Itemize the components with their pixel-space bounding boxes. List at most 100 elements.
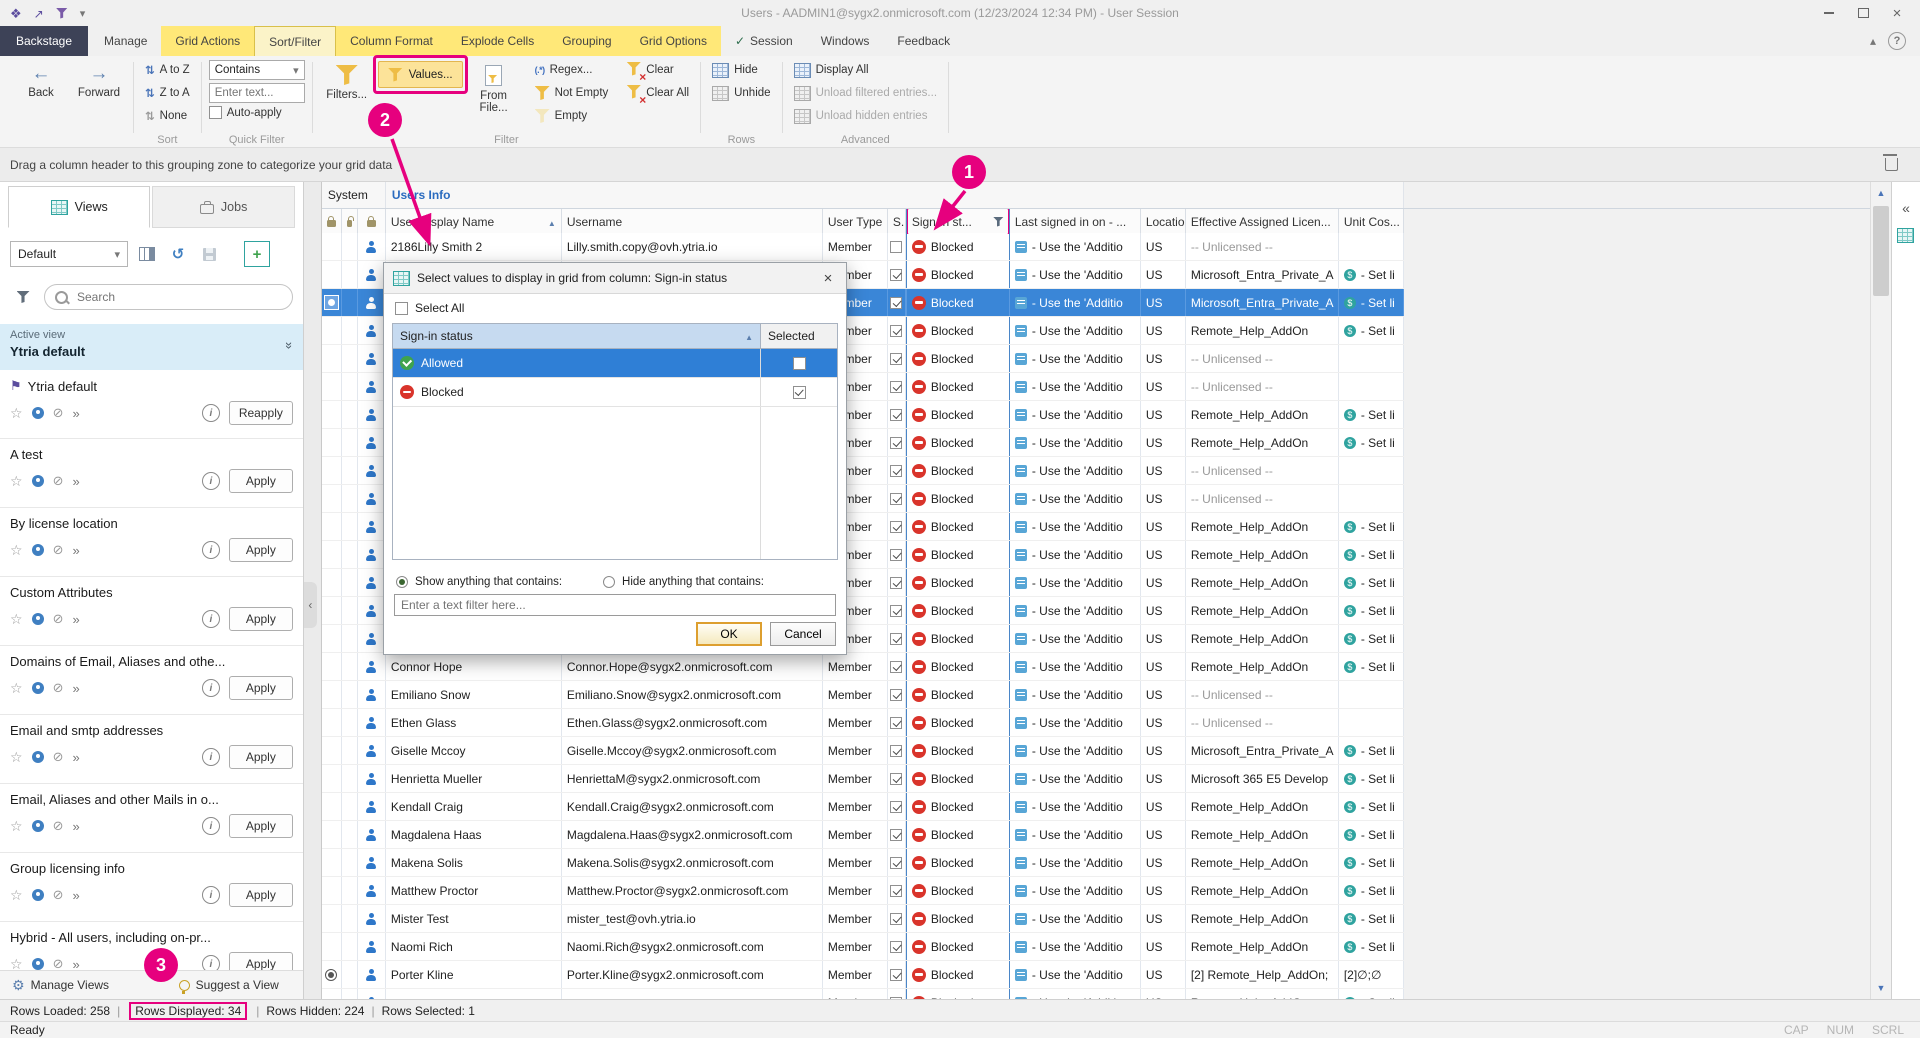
info-icon[interactable] (202, 472, 220, 490)
location-cell[interactable]: US (1141, 569, 1186, 596)
info-icon[interactable] (202, 404, 220, 422)
view-list-item[interactable]: Email, Aliases and other Mails in o... A… (0, 784, 303, 853)
table-row[interactable]: Giselle Mccoy Giselle.Mccoy@sygx2.onmicr… (322, 737, 1404, 765)
last-signed-in-cell[interactable]: - Use the 'Additio (1010, 457, 1141, 484)
chevrons-icon[interactable] (72, 819, 79, 834)
checkbox-cell[interactable] (888, 317, 906, 344)
last-signed-in-cell[interactable]: - Use the 'Additio (1010, 597, 1141, 624)
location-cell[interactable]: US (1141, 513, 1186, 540)
value-checkbox[interactable] (793, 386, 806, 399)
last-signed-in-cell[interactable]: - Use the 'Additio (1010, 233, 1141, 260)
table-row[interactable]: Connor Hope Connor.Hope@sygx2.onmicrosof… (322, 653, 1404, 681)
quick-filter-input[interactable] (209, 83, 305, 103)
help-icon[interactable] (1888, 32, 1906, 50)
license-cell[interactable]: -- Unlicensed -- (1186, 345, 1339, 372)
license-cell[interactable]: -- Unlicensed -- (1186, 709, 1339, 736)
vertical-scrollbar[interactable] (1870, 182, 1891, 999)
chevrons-icon[interactable] (72, 888, 79, 903)
unit-cost-cell[interactable]: - Set li (1339, 289, 1404, 316)
user-type-cell[interactable]: Member (823, 933, 888, 960)
row-checkbox[interactable] (890, 605, 902, 617)
sign-in-status-cell[interactable]: Blocked (906, 261, 1010, 288)
chevrons-icon[interactable] (72, 612, 79, 627)
ribbon-tab[interactable]: Windows (807, 26, 884, 56)
checkbox-cell[interactable] (888, 289, 906, 316)
unit-cost-cell[interactable]: - Set li (1339, 569, 1404, 596)
sign-in-status-cell[interactable]: Blocked (906, 317, 1010, 344)
dialog-title-bar[interactable]: Select values to display in grid from co… (384, 263, 846, 294)
star-icon[interactable] (10, 680, 23, 697)
checkbox-cell[interactable] (888, 457, 906, 484)
checkbox-cell[interactable] (888, 541, 906, 568)
scroll-down-icon[interactable] (1871, 983, 1891, 993)
show-contains-radio[interactable] (396, 576, 408, 588)
display-name-cell[interactable]: 2186Lilly Smith 2 (386, 233, 562, 260)
location-cell[interactable]: US (1141, 793, 1186, 820)
regex-button[interactable]: Regex... (531, 60, 613, 80)
star-icon[interactable] (10, 749, 23, 766)
last-signed-in-cell[interactable]: - Use the 'Additio (1010, 821, 1141, 848)
sign-in-status-cell[interactable]: Blocked (906, 653, 1010, 680)
unit-cost-cell[interactable]: - Set li (1339, 625, 1404, 652)
info-icon[interactable] (202, 541, 220, 559)
ribbon-tab[interactable]: Backstage (0, 26, 88, 56)
row-checkbox[interactable] (890, 633, 902, 645)
sign-in-status-cell[interactable]: Blocked (906, 289, 1010, 316)
selected-cell[interactable] (761, 378, 837, 406)
license-cell[interactable]: Remote_Help_AddOn (1186, 905, 1339, 932)
table-row[interactable]: Naomi Rich Naomi.Rich@sygx2.onmicrosoft.… (322, 933, 1404, 961)
checkbox-cell[interactable] (888, 569, 906, 596)
license-cell[interactable]: Remote_Help_AddOn (1186, 989, 1339, 999)
last-signed-in-cell[interactable]: - Use the 'Additio (1010, 541, 1141, 568)
sign-in-status-cell[interactable]: Blocked (906, 401, 1010, 428)
info-icon[interactable] (202, 955, 220, 970)
star-icon[interactable] (10, 405, 23, 422)
view-list-item[interactable]: By license location Apply (0, 508, 303, 577)
unit-cost-cell[interactable]: - Set li (1339, 261, 1404, 288)
sign-in-status-cell[interactable]: Blocked (906, 429, 1010, 456)
add-view-button[interactable] (244, 241, 270, 267)
sign-in-status-cell[interactable]: Blocked (906, 569, 1010, 596)
view-list-item[interactable]: Ytria default Reapply (0, 370, 303, 439)
sign-in-status-cell[interactable]: Blocked (906, 793, 1010, 820)
checkbox-cell[interactable] (888, 821, 906, 848)
apply-view-button[interactable]: Apply (229, 952, 293, 970)
unit-cost-cell[interactable] (1339, 345, 1404, 372)
row-checkbox[interactable] (890, 297, 902, 309)
last-signed-in-cell[interactable]: - Use the 'Additio (1010, 849, 1141, 876)
checkbox-cell[interactable] (888, 849, 906, 876)
location-cell[interactable]: US (1141, 373, 1186, 400)
quick-access-menu-icon[interactable] (80, 6, 86, 20)
row-checkbox[interactable] (890, 577, 902, 589)
ok-button[interactable]: OK (696, 622, 762, 646)
checkbox-cell[interactable] (888, 905, 906, 932)
collapse-panel-handle[interactable] (304, 582, 317, 628)
header-user-type[interactable]: User Type (823, 209, 888, 234)
close-button[interactable] (1882, 3, 1912, 23)
username-cell[interactable]: Emiliano.Snow@sygx2.onmicrosoft.com (562, 681, 823, 708)
username-cell[interactable] (562, 989, 823, 999)
view-selector[interactable]: Default (10, 241, 128, 267)
unit-cost-cell[interactable]: [2]∅;∅ (1339, 961, 1404, 988)
last-signed-in-cell[interactable]: - Use the 'Additio (1010, 317, 1141, 344)
unit-cost-cell[interactable]: - Set li (1339, 597, 1404, 624)
location-cell[interactable]: US (1141, 317, 1186, 344)
last-signed-in-cell[interactable]: - Use the 'Additio (1010, 261, 1141, 288)
filters-button[interactable]: Filters... (320, 60, 374, 131)
band-users-info[interactable]: Users Info (386, 182, 1404, 208)
checkbox-cell[interactable] (888, 233, 906, 260)
license-cell[interactable]: -- Unlicensed -- (1186, 233, 1339, 260)
row-checkbox[interactable] (890, 325, 902, 337)
text-filter-input[interactable] (394, 594, 836, 616)
properties-grid-icon[interactable] (1897, 228, 1914, 243)
unit-cost-cell[interactable] (1339, 373, 1404, 400)
row-checkbox[interactable] (890, 549, 902, 561)
license-cell[interactable]: Microsoft_Entra_Private_A (1186, 261, 1339, 288)
checkbox-cell[interactable] (888, 709, 906, 736)
display-name-cell[interactable]: Ethen Glass (386, 709, 562, 736)
apply-view-button[interactable]: Apply (229, 745, 293, 769)
username-cell[interactable]: Porter.Kline@sygx2.onmicrosoft.com (562, 961, 823, 988)
sign-in-status-cell[interactable]: Blocked (906, 849, 1010, 876)
location-cell[interactable]: US (1141, 289, 1186, 316)
checkbox-cell[interactable] (888, 429, 906, 456)
